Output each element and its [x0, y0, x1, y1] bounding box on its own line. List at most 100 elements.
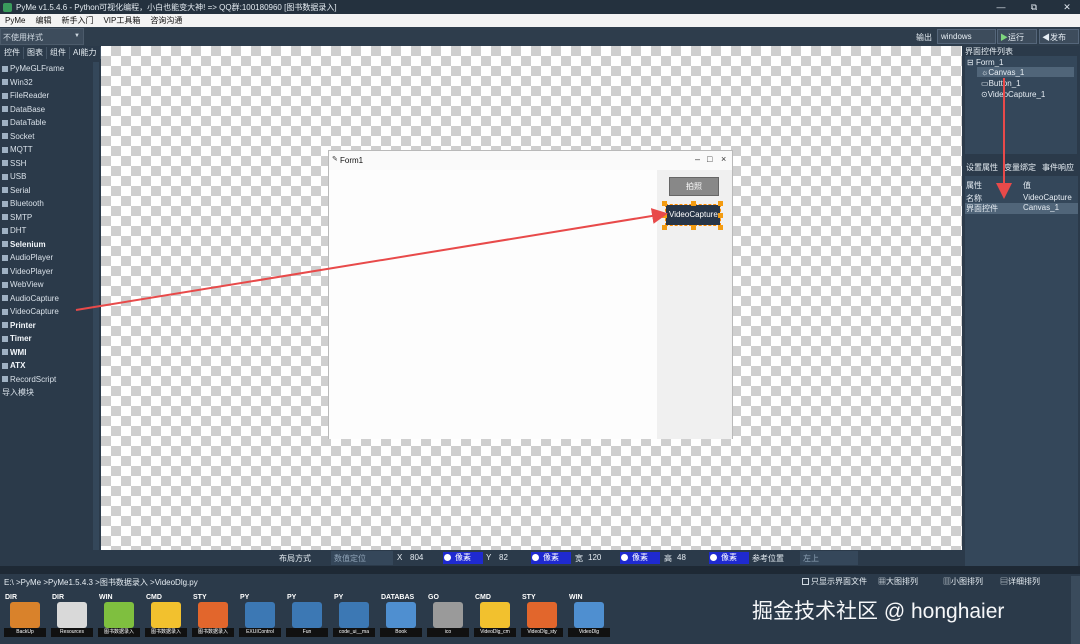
file-item[interactable]: DATABAS Book — [380, 594, 422, 637]
widget-item[interactable]: 导入模块 — [0, 386, 100, 400]
tab-ai[interactable]: AI能力 — [70, 47, 101, 59]
details-option[interactable]: ▤详细排列 — [1000, 576, 1040, 587]
menu-edit[interactable]: 编辑 — [30, 15, 56, 26]
widget-item[interactable]: Socket — [0, 130, 100, 144]
widget-item[interactable]: WMI — [0, 346, 100, 360]
x-unit-radio[interactable] — [443, 553, 452, 562]
selection-handle[interactable] — [691, 225, 696, 230]
widget-item[interactable]: SMTP — [0, 211, 100, 225]
widget-item[interactable]: Bluetooth — [0, 197, 100, 211]
widget-item[interactable]: RecordScript — [0, 373, 100, 387]
selection-handle[interactable] — [691, 201, 696, 206]
only-ui-files-label: 只显示界面文件 — [811, 577, 867, 586]
file-item[interactable]: CMD 图书数据录入 — [145, 594, 187, 637]
menu-consult[interactable]: 咨询沟通 — [145, 15, 187, 26]
widget-item[interactable]: DataBase — [0, 103, 100, 117]
y-unit-radio[interactable] — [531, 553, 540, 562]
run-button[interactable]: ▶运行 — [997, 29, 1037, 44]
maximize-button[interactable]: ⧉ — [1021, 0, 1047, 14]
widget-item[interactable]: VideoPlayer — [0, 265, 100, 279]
tab-events[interactable]: 事件响应 — [1039, 162, 1077, 174]
selection-handle[interactable] — [718, 213, 723, 218]
splitter[interactable] — [0, 566, 1080, 574]
form-window[interactable]: ✎ Form1 – □ × 拍照 VideoCapture — [328, 150, 733, 439]
menu-pyme[interactable]: PyMe — [0, 16, 30, 25]
widget-item[interactable]: SSH — [0, 157, 100, 171]
widget-item[interactable]: PyMeGLFrame — [0, 62, 100, 76]
file-type-tag: PY — [240, 594, 250, 601]
only-ui-files-checkbox[interactable]: 只显示界面文件 — [802, 576, 867, 587]
widget-item-label: DHT — [10, 226, 27, 236]
height-value[interactable]: 48 — [677, 553, 686, 562]
form-title-bar: ✎ Form1 – □ × — [329, 151, 732, 170]
widget-item[interactable]: Selenium — [0, 238, 100, 252]
large-icons-option[interactable]: ▦大图排列 — [878, 576, 918, 587]
tab-bindings[interactable]: 变量绑定 — [1001, 162, 1039, 174]
platform-select[interactable]: windows — [937, 29, 996, 44]
file-scrollbar[interactable] — [1071, 576, 1080, 644]
left-scrollbar[interactable] — [93, 62, 99, 550]
file-item[interactable]: GO ico — [427, 594, 469, 637]
selection-handle[interactable] — [662, 225, 667, 230]
widget-item[interactable]: WebView — [0, 278, 100, 292]
file-item[interactable]: STY VideoDlg_sty — [521, 594, 563, 637]
style-select-value: 不使用样式 — [3, 33, 43, 42]
widget-item[interactable]: AudioPlayer — [0, 251, 100, 265]
file-item[interactable]: CMD VideoDlg_cm — [474, 594, 516, 637]
file-item[interactable]: WIN 图书数据录入 — [98, 594, 140, 637]
tree-node-button[interactable]: ▭Button_1 — [981, 79, 1021, 88]
selection-handle[interactable] — [718, 225, 723, 230]
width-value[interactable]: 120 — [588, 553, 601, 562]
menu-beginner[interactable]: 新手入门 — [56, 15, 98, 26]
videocapture-widget[interactable]: VideoCapture — [665, 204, 721, 226]
widget-item[interactable]: Timer — [0, 332, 100, 346]
file-icon — [104, 602, 134, 628]
web-icon — [2, 281, 8, 288]
selection-handle[interactable] — [662, 213, 667, 218]
tree-node-canvas[interactable]: ☼Canvas_1 — [981, 68, 1024, 77]
widget-item[interactable]: MQTT — [0, 143, 100, 157]
reference-select[interactable]: 左上 — [800, 551, 858, 565]
file-item[interactable]: DIR BackUp — [4, 594, 46, 637]
tree-node-form[interactable]: ⊟ Form_1 — [967, 58, 1004, 67]
widget-item[interactable]: Serial — [0, 184, 100, 198]
y-value[interactable]: 82 — [499, 553, 508, 562]
widget-item[interactable]: Printer — [0, 319, 100, 333]
publish-button[interactable]: ◀发布 — [1039, 29, 1079, 44]
x-value[interactable]: 804 — [410, 553, 423, 562]
widget-item[interactable]: FileReader — [0, 89, 100, 103]
selection-handle[interactable] — [718, 201, 723, 206]
file-item[interactable]: WIN VideoDlg — [568, 594, 610, 637]
style-select[interactable]: 不使用样式 ▼ — [0, 28, 84, 45]
tab-charts[interactable]: 图表 — [24, 47, 47, 59]
property-row-parent[interactable]: 界面控件 Canvas_1 — [965, 203, 1078, 214]
photo-button[interactable]: 拍照 — [669, 177, 719, 196]
menu-vip-tools[interactable]: VIP工具箱 — [98, 15, 145, 26]
canvas-widget[interactable] — [329, 170, 657, 439]
tab-components[interactable]: 组件 — [47, 47, 70, 59]
file-item[interactable]: PY Fun — [286, 594, 328, 637]
small-icons-option[interactable]: ▥小图排列 — [943, 576, 983, 587]
file-item[interactable]: PY code_ui__ma — [333, 594, 375, 637]
widget-item[interactable]: DHT — [0, 224, 100, 238]
height-unit-radio[interactable] — [709, 553, 718, 562]
layout-select[interactable]: 数值定位 — [331, 551, 393, 565]
tree-node-videocapture[interactable]: ⊙VideoCapture_1 — [981, 90, 1045, 99]
widget-item[interactable]: ATX — [0, 359, 100, 373]
width-unit-radio[interactable] — [620, 553, 629, 562]
file-item[interactable]: DIR Resources — [51, 594, 93, 637]
tab-controls[interactable]: 控件 — [1, 47, 24, 59]
file-item[interactable]: STY 图书数据录入 — [192, 594, 234, 637]
minimize-button[interactable]: — — [988, 0, 1014, 14]
file-item[interactable]: PY EXUIControl — [239, 594, 281, 637]
close-button[interactable]: ✕ — [1054, 0, 1080, 14]
widget-item-label: Timer — [10, 334, 32, 344]
widget-item[interactable]: DataTable — [0, 116, 100, 130]
dht-icon — [2, 227, 8, 234]
widget-item[interactable]: USB — [0, 170, 100, 184]
tab-properties[interactable]: 设置属性 — [963, 162, 1001, 174]
widget-item[interactable]: Win32 — [0, 76, 100, 90]
widget-item[interactable]: VideoCapture — [0, 305, 100, 319]
widget-item[interactable]: AudioCapture — [0, 292, 100, 306]
selection-handle[interactable] — [662, 201, 667, 206]
